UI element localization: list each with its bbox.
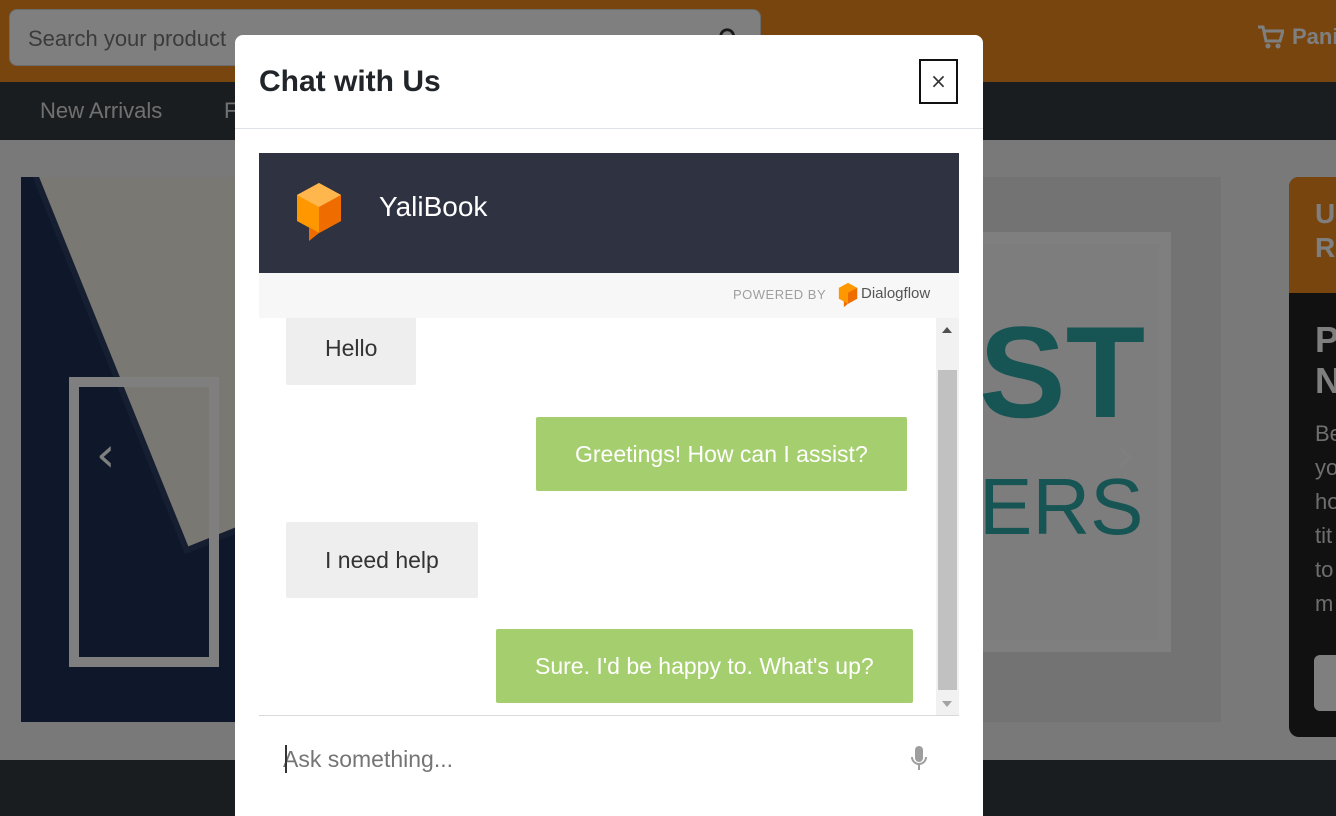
chat-input-bar	[259, 715, 959, 816]
dialogflow-small-logo-icon	[838, 282, 858, 308]
scroll-up-icon[interactable]	[942, 327, 952, 333]
modal-title: Chat with Us	[259, 65, 441, 98]
agent-name: YaliBook	[379, 191, 488, 222]
text-caret	[285, 745, 287, 773]
dialogflow-brand: Dialogflow	[861, 285, 931, 302]
powered-by-bar: POWERED BY Dialogflow	[259, 273, 959, 318]
powered-by-label: POWERED BY	[733, 287, 827, 302]
chat-agent-header: YaliBook	[259, 153, 959, 273]
message-bubble-bot: Greetings! How can I assist?	[536, 417, 907, 491]
message-bubble-bot: Sure. I'd be happy to. What's up?	[496, 629, 913, 703]
message-bubble-user: Hello	[286, 318, 417, 385]
scrollbar-thumb[interactable]	[938, 370, 957, 690]
scroll-down-icon[interactable]	[942, 701, 952, 707]
dialogflow-logo-icon	[297, 183, 341, 241]
message-list[interactable]: Hello Greetings! How can I assist? I nee…	[259, 318, 959, 716]
modal-header: Chat with Us ×	[235, 35, 983, 129]
message-bubble-user: I need help	[286, 522, 478, 598]
chat-modal: Chat with Us × YaliBook POWERED BY Dialo…	[235, 35, 983, 816]
close-icon[interactable]: ×	[919, 59, 958, 104]
chat-input[interactable]	[283, 742, 883, 776]
microphone-icon[interactable]	[910, 746, 928, 772]
